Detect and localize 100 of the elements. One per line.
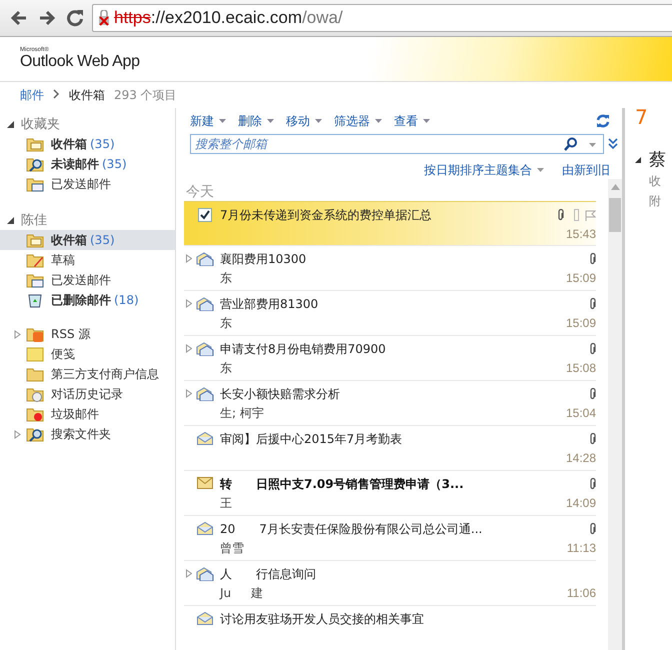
collapse-icon[interactable]	[635, 156, 641, 162]
folder-name: 未读邮件	[51, 156, 99, 172]
message-row[interactable]: 襄阳费用10300 东 15:09	[184, 246, 596, 291]
attachments-label: 附	[648, 193, 662, 210]
toolbar-menu[interactable]: 新建	[190, 112, 226, 130]
folder-icon	[26, 252, 44, 268]
message-row[interactable]: 审阅】后援中心2015年7月考勤表 14:28	[184, 426, 596, 471]
expand-down-icon[interactable]	[608, 138, 618, 150]
conversation-icon	[196, 567, 214, 581]
folder-item[interactable]: RSS 源	[0, 324, 175, 344]
folder-group-header[interactable]: 收藏夹	[21, 115, 60, 133]
folder-name: 收件箱	[51, 232, 87, 248]
message-sender: 东	[220, 314, 232, 332]
folder-item[interactable]: 未读邮件 (35)	[0, 154, 175, 174]
message-row[interactable]: 20 7月长安责任保险股份有限公司总公司通... 曾雪 11:13	[184, 516, 596, 561]
reload-icon[interactable]	[64, 9, 86, 27]
folder-group-header[interactable]: 陈佳	[21, 211, 47, 229]
scroll-up-icon[interactable]	[610, 184, 620, 190]
expand-icon[interactable]	[14, 330, 21, 338]
dropdown-arrow-icon	[267, 119, 274, 123]
expand-icon[interactable]	[186, 299, 192, 308]
sort-order-link[interactable]: 由新到旧	[562, 161, 610, 179]
message-time: 14:09	[566, 496, 596, 510]
dropdown-icon[interactable]	[589, 143, 596, 147]
folder-icon	[26, 366, 44, 382]
message-subject: 7月份未传递到资金系统的费控单据汇总	[220, 206, 432, 224]
collapse-icon[interactable]	[7, 120, 14, 128]
message-row[interactable]: 转 日照中支7.09号销售管理费申请（3... 王 14:09	[184, 471, 596, 516]
folder-item[interactable]: 便笺	[0, 344, 175, 364]
folder-icon	[26, 176, 44, 192]
folder-item[interactable]: 已发送邮件	[0, 174, 175, 194]
folder-item[interactable]: 对话历史记录	[0, 384, 175, 404]
paperclip-icon	[589, 253, 596, 265]
dropdown-arrow-icon	[315, 119, 322, 123]
sort-by-menu[interactable]: 按日期排序主题集合	[424, 161, 544, 179]
message-row[interactable]: 长安小额快赔需求分析 生; 柯宇 15:04	[184, 381, 596, 426]
breadcrumb-link[interactable]: 邮件	[20, 86, 44, 104]
message-sender: 曾雪	[220, 540, 244, 556]
folder-item[interactable]: 已发送邮件	[0, 270, 175, 290]
message-time: 15:09	[566, 316, 596, 330]
folder-item[interactable]: 草稿	[0, 250, 175, 270]
folder-item[interactable]: 已删除邮件 (18)	[0, 290, 175, 310]
folder-name: 已发送邮件	[51, 272, 111, 288]
open-envelope-icon	[197, 432, 213, 445]
unread-count: (35)	[90, 233, 115, 247]
message-sender: 生; 柯宇	[220, 404, 264, 422]
message-sender: 王	[220, 494, 232, 512]
folder-name: 第三方支付商户信息	[51, 366, 159, 382]
folder-item[interactable]: 收件箱 (35)	[0, 230, 175, 250]
message-subject: 人	[220, 566, 232, 582]
category-icon[interactable]	[574, 209, 579, 221]
message-subject: 审阅】后援中心2015年7月考勤表	[220, 430, 402, 448]
search-icon[interactable]	[564, 137, 578, 151]
unread-count: (18)	[114, 293, 139, 307]
message-time: 15:04	[566, 406, 596, 420]
message-row[interactable]: 人 行信息询问 Ju 建 11:06	[184, 561, 596, 606]
folder-item[interactable]: 搜索文件夹	[0, 424, 175, 444]
message-subject: 转	[220, 476, 232, 492]
expand-icon[interactable]	[14, 430, 21, 438]
conversation-icon	[196, 342, 214, 356]
folder-item[interactable]: 垃圾邮件	[0, 404, 175, 424]
toolbar-menu[interactable]: 删除	[238, 112, 274, 130]
folder-name: 已发送邮件	[51, 176, 111, 192]
folder-name: 收件箱	[51, 136, 87, 152]
expand-icon[interactable]	[186, 389, 192, 398]
expand-icon[interactable]	[186, 569, 192, 578]
broken-lock-icon	[97, 10, 111, 26]
note-icon	[26, 346, 44, 362]
conversation-icon	[196, 387, 214, 401]
folder-name: 对话历史记录	[51, 386, 123, 402]
dropdown-arrow-icon	[537, 168, 544, 172]
paperclip-icon	[589, 343, 596, 355]
folder-icon	[26, 156, 44, 172]
scrollbar[interactable]	[608, 179, 622, 650]
message-subject: 长安小额快赔需求分析	[220, 386, 340, 402]
expand-icon[interactable]	[186, 344, 192, 353]
open-envelope-icon	[197, 522, 213, 535]
message-row[interactable]: 讨论用友驻场开发人员交接的相关事宜	[184, 606, 596, 650]
message-subject: 营业部费用81300	[220, 296, 318, 312]
collapse-icon[interactable]	[7, 216, 14, 224]
message-row[interactable]: 营业部费用81300 东 15:09	[184, 291, 596, 336]
message-time: 14:28	[566, 451, 596, 465]
expand-icon[interactable]	[186, 254, 192, 263]
toolbar-menu[interactable]: 移动	[286, 112, 322, 130]
message-subject: 日照中支7.09号销售管理费申请（3...	[256, 476, 464, 492]
scroll-thumb[interactable]	[609, 198, 621, 232]
message-subject: 行信息询问	[256, 566, 316, 582]
folder-item[interactable]: 第三方支付商户信息	[0, 364, 175, 384]
folder-item[interactable]: 收件箱 (35)	[0, 134, 175, 154]
refresh-icon[interactable]	[596, 114, 610, 128]
toolbar-menu[interactable]: 筛选器	[334, 112, 382, 130]
checkbox[interactable]	[198, 208, 212, 222]
message-row[interactable]: 7月份未传递到资金系统的费控单据汇总 15:43	[184, 201, 596, 246]
message-sender: 建	[251, 584, 264, 602]
search-field[interactable]: 搜索整个邮箱	[190, 134, 604, 154]
toolbar-menu[interactable]: 查看	[394, 112, 430, 130]
message-subject: 襄阳费用10300	[220, 250, 306, 268]
address-bar[interactable]: https://ex2010.ecaic.com/owa/	[92, 4, 672, 32]
message-row[interactable]: 申请支付8月份电销费用70900 东 15:08	[184, 336, 596, 381]
flag-icon[interactable]	[585, 210, 596, 220]
